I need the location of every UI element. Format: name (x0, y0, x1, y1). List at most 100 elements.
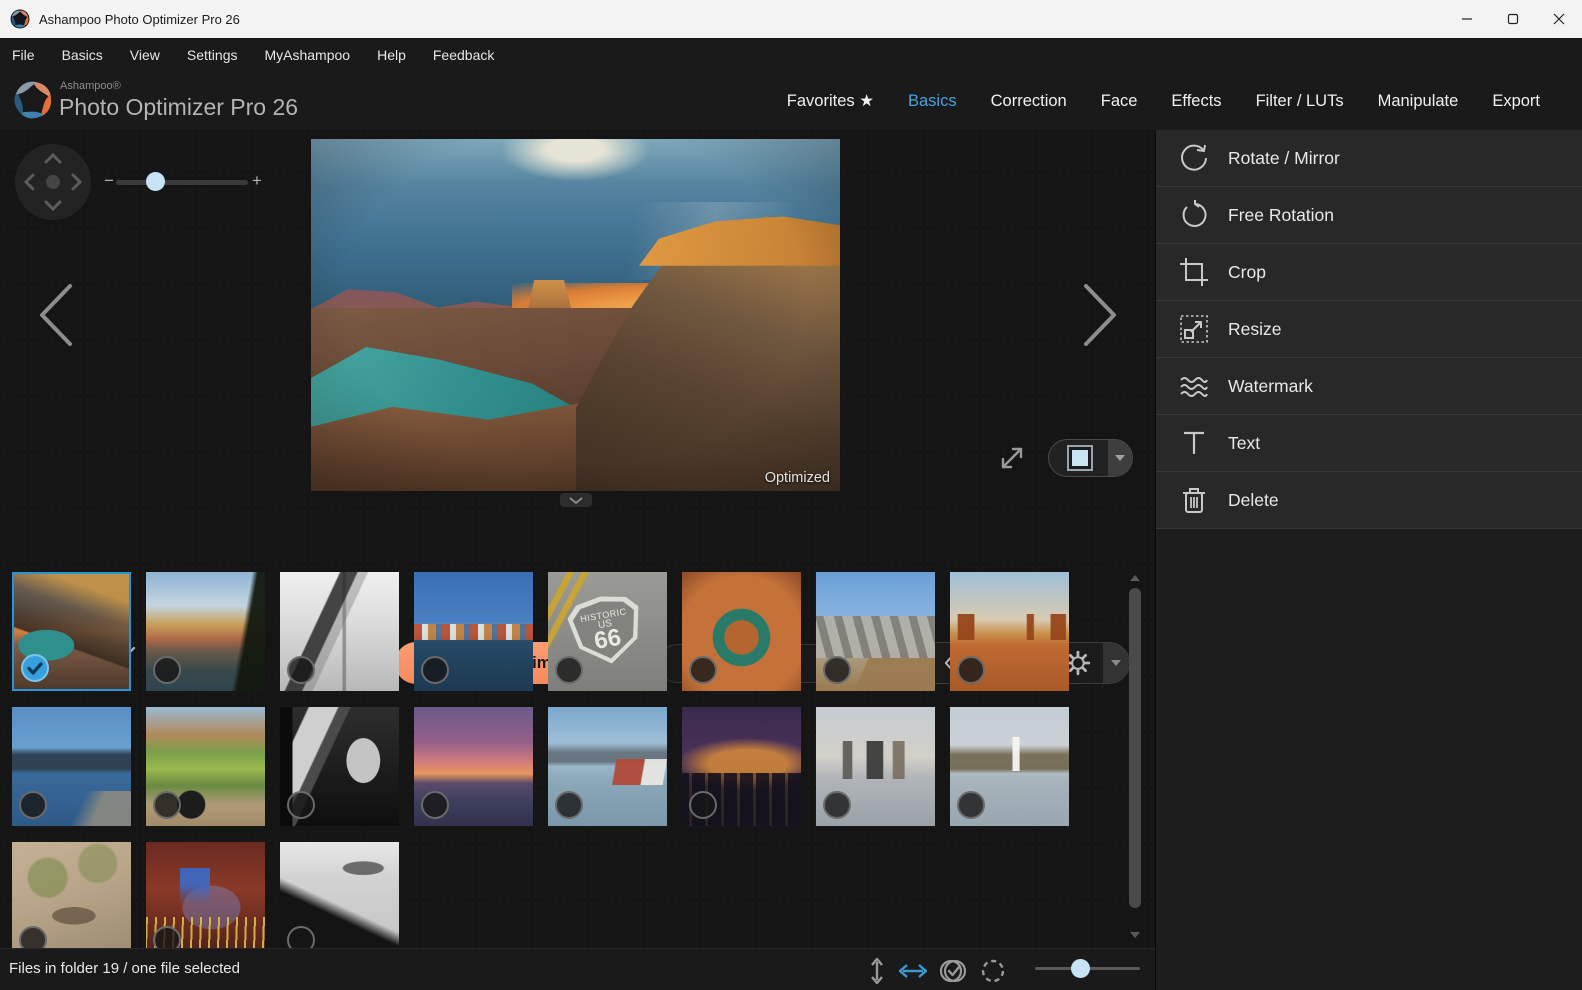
tab-face[interactable]: Face (1101, 92, 1138, 111)
thumbnail-night-city[interactable] (682, 707, 801, 826)
selection-badge[interactable] (153, 926, 181, 948)
selection-badge[interactable] (823, 791, 851, 819)
thumbnail-lake-bled-church[interactable] (950, 707, 1069, 826)
menu-feedback[interactable]: Feedback (433, 47, 494, 63)
tool-resize[interactable]: Resize (1156, 301, 1582, 358)
tool-free-rotation[interactable]: Free Rotation (1156, 187, 1582, 244)
canvas-area: − + Optimized (0, 130, 1155, 948)
title-bar: Ashampoo Photo Optimizer Pro 26 (0, 0, 1582, 38)
zoom-slider: − + (100, 170, 270, 194)
next-image-button[interactable] (1078, 280, 1124, 350)
thumbnail-incense-sticks[interactable] (146, 842, 265, 948)
main-tabs: Favorites ★ Basics Correction Face Effec… (787, 72, 1540, 130)
tool-delete[interactable]: Delete (1156, 472, 1582, 529)
selection-badge[interactable] (153, 791, 181, 819)
tool-watermark[interactable]: Watermark (1156, 358, 1582, 415)
menu-myashampoo[interactable]: MyAshampoo (264, 47, 350, 63)
thumbnail-mountain-harbor[interactable] (12, 707, 131, 826)
menu-bar: File Basics View Settings MyAshampoo Hel… (0, 38, 1582, 72)
zoom-slider-thumb[interactable] (146, 172, 165, 191)
selection-badge[interactable] (19, 791, 47, 819)
thumbnail-mailboxes[interactable] (816, 572, 935, 691)
menu-file[interactable]: File (12, 47, 35, 63)
tab-favorites[interactable]: Favorites ★ (787, 91, 874, 111)
zoom-slider-track[interactable] (116, 180, 248, 185)
fit-width-icon[interactable] (898, 957, 928, 985)
thumbnail-fog-bridge[interactable] (280, 572, 399, 691)
selection-badge[interactable] (153, 656, 181, 684)
close-button[interactable] (1536, 0, 1582, 38)
tab-filter-luts[interactable]: Filter / LUTs (1256, 92, 1344, 111)
menu-help[interactable]: Help (377, 47, 406, 63)
pan-control[interactable] (15, 144, 91, 220)
fit-height-icon[interactable] (866, 957, 888, 985)
selection-badge[interactable] (689, 791, 717, 819)
thumbnail-route-66-road[interactable]: HISTORIC US 66 (548, 572, 667, 691)
app-window: Ashampoo Photo Optimizer Pro 26 File Bas… (0, 0, 1582, 990)
refresh-dashed-icon[interactable] (978, 956, 1008, 986)
crop-icon (1178, 256, 1210, 288)
thumbnail-harbor-boathouses[interactable] (414, 572, 533, 691)
tool-label: Crop (1228, 262, 1266, 283)
tab-export[interactable]: Export (1492, 92, 1540, 111)
selection-badge[interactable] (421, 791, 449, 819)
selection-badge[interactable] (287, 926, 315, 948)
tool-crop[interactable]: Crop (1156, 244, 1582, 301)
thumbnail-green-truck[interactable] (146, 707, 265, 826)
resize-icon (1178, 313, 1210, 345)
thumbnail-size-slider-thumb[interactable] (1071, 959, 1090, 978)
text-icon (1178, 427, 1210, 459)
select-all-icon[interactable] (938, 956, 968, 986)
preview-image[interactable]: Optimized (311, 139, 840, 491)
thumbnail-red-boathouse[interactable] (548, 707, 667, 826)
zoom-in-icon[interactable]: + (252, 171, 262, 191)
thumbnail-sunset-bay[interactable] (414, 707, 533, 826)
selection-badge[interactable] (555, 791, 583, 819)
zoom-out-icon[interactable]: − (104, 171, 114, 191)
thumbnail-gondolas-bw[interactable] (280, 842, 399, 948)
selection-badge[interactable] (19, 926, 47, 948)
scroll-up-icon[interactable] (1128, 573, 1142, 583)
view-mode-dropdown[interactable] (1108, 440, 1132, 476)
fullscreen-icon[interactable] (995, 441, 1029, 475)
selection-badge[interactable] (555, 656, 583, 684)
tool-text[interactable]: Text (1156, 415, 1582, 472)
maximize-button[interactable] (1490, 0, 1536, 38)
collapse-preview-button[interactable] (560, 493, 592, 507)
menu-basics[interactable]: Basics (62, 47, 103, 63)
single-view-icon[interactable] (1049, 440, 1110, 476)
brand-name-large: Photo Optimizer Pro 26 (59, 94, 298, 121)
selection-badge[interactable] (21, 654, 49, 682)
free-rotation-icon (1178, 199, 1210, 231)
selection-badge[interactable] (823, 656, 851, 684)
selection-badge[interactable] (421, 656, 449, 684)
tab-basics[interactable]: Basics (908, 92, 957, 111)
view-mode-button[interactable] (1048, 439, 1133, 477)
thumbnail-buddha-statue[interactable] (12, 842, 131, 948)
selection-badge[interactable] (689, 656, 717, 684)
scrollbar-thumb[interactable] (1129, 588, 1141, 908)
tool-label: Free Rotation (1228, 205, 1334, 226)
thumbnail-monument-valley[interactable] (950, 572, 1069, 691)
tab-effects[interactable]: Effects (1171, 92, 1221, 111)
watermark-icon (1178, 370, 1210, 402)
status-bar: Files in folder 19 / one file selected (0, 948, 1155, 990)
menu-settings[interactable]: Settings (187, 47, 238, 63)
tab-correction[interactable]: Correction (991, 92, 1067, 111)
menu-view[interactable]: View (130, 47, 160, 63)
selection-badge[interactable] (957, 656, 985, 684)
thumbnail-stairs-bw[interactable] (280, 707, 399, 826)
thumbnail-canyon-lake[interactable] (12, 572, 131, 691)
thumbnail-size-slider[interactable] (1035, 967, 1140, 970)
thumbnail-city-skyline-reflection[interactable] (816, 707, 935, 826)
tool-rotate-mirror[interactable]: Rotate / Mirror (1156, 130, 1582, 187)
scroll-down-icon[interactable] (1128, 930, 1142, 940)
tab-manipulate[interactable]: Manipulate (1378, 92, 1459, 111)
selection-badge[interactable] (287, 791, 315, 819)
selection-badge[interactable] (957, 791, 985, 819)
minimize-button[interactable] (1444, 0, 1490, 38)
thumbnail-manarola-village[interactable] (146, 572, 265, 691)
thumbnail-horseshoe-bend[interactable] (682, 572, 801, 691)
previous-image-button[interactable] (32, 280, 78, 350)
selection-badge[interactable] (287, 656, 315, 684)
